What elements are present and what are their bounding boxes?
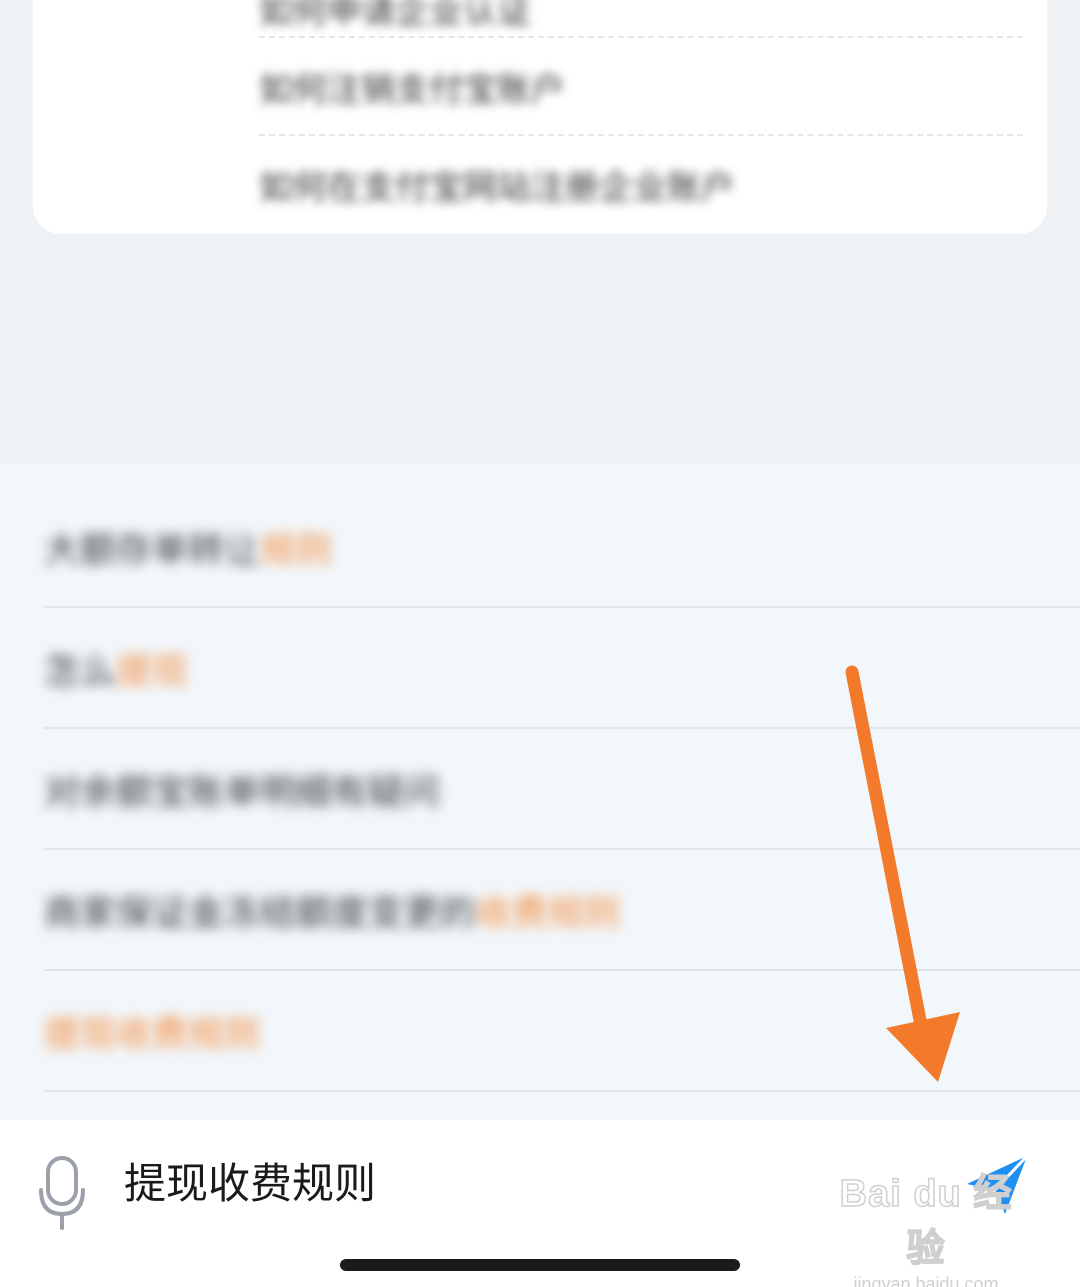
suggestion-item[interactable]: 对余额宝账单明细有疑问 <box>44 730 1080 850</box>
watermark-url: jingyan.baidu.com <box>853 1274 999 1287</box>
watermark-logo: Bai du 经验 <box>839 1172 1013 1271</box>
watermark: Bai du 经验 jingyan.baidu.com <box>826 1162 1026 1287</box>
faq-card: 如何申请企业认证 如何注销支付宝账户 如何在支付宝网站注册企业账户 <box>33 0 1047 234</box>
suggestion-panel: 大额存单转让规则 怎么提现 对余额宝账单明细有疑问 商家保证金冻结额度变更的收费… <box>0 465 1080 1120</box>
faq-item-label: 如何在支付宝网站注册企业账户 <box>259 167 735 208</box>
home-indicator[interactable] <box>340 1259 740 1271</box>
suggestion-item[interactable]: 商家保证金冻结额度变更的收费规则 <box>44 851 1080 971</box>
suggestion-highlight: 提现收费规则 <box>44 1014 261 1055</box>
faq-item-label: 如何注销支付宝账户 <box>259 69 565 110</box>
suggestion-item[interactable]: 怎么提现 <box>44 609 1080 729</box>
search-input[interactable]: 提现收费规则 <box>124 1156 376 1212</box>
suggestion-highlight: 收费规则 <box>476 893 621 934</box>
suggestion-text: 怎么 <box>44 651 117 692</box>
faq-item-label: 如何申请企业认证 <box>259 0 531 32</box>
suggestion-highlight: 提现 <box>116 651 189 692</box>
suggestion-text: 大额存单转让 <box>44 530 261 571</box>
suggestion-item[interactable]: 提现收费规则 <box>44 972 1080 1092</box>
suggestion-text: 对余额宝账单明细有疑问 <box>44 772 441 813</box>
suggestion-text: 商家保证金冻结额度变更的 <box>44 893 477 934</box>
suggestion-highlight: 规则 <box>260 530 333 571</box>
microphone-icon[interactable] <box>38 1156 86 1232</box>
faq-item[interactable]: 如何注销支付宝账户 <box>259 38 1023 134</box>
faq-item[interactable]: 如何在支付宝网站注册企业账户 <box>259 136 1023 232</box>
suggestion-item[interactable]: 大额存单转让规则 <box>44 488 1080 608</box>
